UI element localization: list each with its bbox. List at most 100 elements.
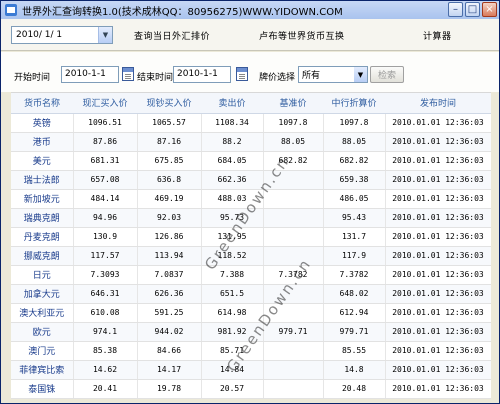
toolbar: 2010/ 1/ 1 ▼ 查询当日外汇排价 卢布等世界货币互换 计算器 (1, 19, 499, 51)
menu-currency-exchange[interactable]: 卢布等世界货币互换 (259, 29, 345, 42)
table-cell: 88.05 (263, 132, 324, 152)
menu-calculator[interactable]: 计算器 (423, 29, 452, 42)
maximize-icon[interactable]: □ (465, 2, 480, 17)
table-cell: 484.14 (73, 189, 138, 209)
end-time-input[interactable]: 2010-1-1 (173, 66, 231, 83)
table-row[interactable]: 美元 681.31 675.85 684.05 682.82 682.82 2010.01.… (11, 151, 491, 171)
table-cell: 瑞士法郎 (11, 170, 74, 190)
table-cell: 88.2 (201, 132, 264, 152)
table-cell: 澳大利亚元 (11, 303, 74, 323)
table-cell: 2010.01.01 12:36:03 (385, 189, 491, 209)
menu-daily-rates[interactable]: 查询当日外汇排价 (134, 29, 210, 42)
table-cell: 87.86 (73, 132, 138, 152)
table-row[interactable]: 新加坡元 484.14 469.19 488.03 486.05 2010.01.01 1… (11, 189, 491, 209)
table-row[interactable]: 澳门元 85.38 84.66 85.71 85.55 2010.01.01 12:36:… (11, 341, 491, 361)
table-cell: 488.03 (201, 189, 264, 209)
table-cell: 131.7 (323, 227, 386, 247)
table-row[interactable]: 英镑 1096.51 1065.57 1108.34 1097.8 1097.8 2010.… (11, 113, 491, 133)
table-row[interactable]: 瑞士法郎 657.08 636.8 662.36 659.38 2010.01.01 12… (11, 170, 491, 190)
table-cell: 944.02 (137, 322, 202, 342)
table-cell: 85.71 (201, 341, 264, 361)
table-cell: 7.388 (201, 265, 264, 285)
table-cell: 979.71 (323, 322, 386, 342)
table-row[interactable]: 新西兰元492.54 497.51 494.842010.01.01 12:36:0… (11, 398, 491, 399)
table-row[interactable]: 澳大利亚元 610.08 591.25 614.98 612.94 2010.01.01 … (11, 303, 491, 323)
table-cell: 84.66 (137, 341, 202, 361)
table-cell: 95.73 (201, 208, 264, 228)
date-picker[interactable]: 2010/ 1/ 1 ▼ (11, 26, 113, 44)
currency-select-label: 牌价选择 (259, 73, 296, 83)
start-time-input[interactable]: 2010-1-1 (61, 66, 119, 83)
table-row[interactable]: 加拿大元 646.31 626.36 651.5 648.02 2010.01.01 12… (11, 284, 491, 304)
column-header[interactable]: 发布时间 (385, 93, 491, 114)
table-cell: 1097.8 (323, 113, 386, 133)
table-cell: 88.05 (323, 132, 386, 152)
table-cell: 7.3782 (263, 265, 324, 285)
column-header[interactable]: 中行折算价 (323, 93, 385, 114)
title-bar[interactable]: 世界外汇查询转换1.0(技术成林QQ：80956275)WWW.YIDOWN.C… (1, 1, 499, 19)
table-row[interactable]: 瑞典克朗 94.96 92.03 95.73 95.43 2010.01.01 12:36… (11, 208, 491, 228)
table-cell: 87.16 (137, 132, 202, 152)
table-cell: 新西兰元 (11, 398, 74, 399)
table-cell: 95.43 (323, 208, 386, 228)
table-cell: 636.8 (137, 170, 202, 190)
table-cell (263, 227, 324, 247)
table-cell (263, 379, 324, 399)
table-cell: 651.5 (201, 284, 264, 304)
calendar-icon[interactable] (236, 67, 248, 81)
table-cell: 2010.01.01 12:36:03 (385, 170, 491, 190)
table-cell: 659.38 (323, 170, 386, 190)
table-cell: 2010.01.01 12:36:03 (385, 246, 491, 266)
table-cell: 648.02 (323, 284, 386, 304)
column-header[interactable]: 现钞买入价 (137, 93, 201, 114)
currency-select[interactable]: 所有 ▼ (298, 66, 368, 83)
table-cell: 2010.01.01 12:36:03 (385, 151, 491, 171)
table-cell: 131.95 (201, 227, 264, 247)
filter-bar: 开始时间 2010-1-1 结束时间 2010-1-1 牌价选择 所有 ▼ 检索 (1, 52, 499, 92)
table-cell (263, 189, 324, 209)
table-row[interactable]: 菲律宾比索 14.62 14.17 14.84 14.8 2010.01.01 12:36… (11, 360, 491, 380)
table-cell: 2010.01.01 12:36:03 (385, 398, 491, 399)
table-row[interactable]: 港币 87.86 87.16 88.2 88.05 88.05 2010.01.01 12:… (11, 132, 491, 152)
table-cell: 7.0837 (137, 265, 202, 285)
table-cell: 2010.01.01 12:36:03 (385, 360, 491, 380)
table-cell: 974.1 (73, 322, 138, 342)
table-row[interactable]: 泰国铢 20.41 19.78 20.57 20.48 2010.01.01 12:36:… (11, 379, 491, 399)
close-icon[interactable]: × (482, 2, 497, 17)
table-row[interactable]: 挪威克朗 117.57 113.94 118.52 117.9 2010.01.01 12… (11, 246, 491, 266)
table-cell: 2010.01.01 12:36:03 (385, 303, 491, 323)
table-cell: 682.82 (323, 151, 386, 171)
date-picker-value: 2010/ 1/ 1 (16, 30, 63, 40)
table-cell: 菲律宾比索 (11, 360, 74, 380)
column-header[interactable]: 现汇买入价 (73, 93, 137, 114)
table-cell: 486.05 (323, 189, 386, 209)
column-header[interactable]: 卖出价 (201, 93, 263, 114)
table-cell: 646.31 (73, 284, 138, 304)
table-cell: 7.3093 (73, 265, 138, 285)
table-cell: 美元 (11, 151, 74, 171)
table-cell: 新加坡元 (11, 189, 74, 209)
app-window: 世界外汇查询转换1.0(技术成林QQ：80956275)WWW.YIDOWN.C… (0, 0, 500, 404)
column-header[interactable]: 货币名称 (11, 93, 73, 114)
minimize-icon[interactable]: – (448, 2, 463, 17)
table-row[interactable]: 丹麦克朗 130.9 126.86 131.95 131.7 2010.01.01 12:… (11, 227, 491, 247)
table-cell: 2010.01.01 12:36:03 (385, 227, 491, 247)
table-cell: 492.54 (73, 398, 138, 399)
table-cell: 20.41 (73, 379, 138, 399)
search-button[interactable]: 检索 (370, 66, 404, 83)
calendar-icon[interactable] (122, 67, 134, 81)
table-cell: 126.86 (137, 227, 202, 247)
table-cell: 94.96 (73, 208, 138, 228)
table-cell: 瑞典克朗 (11, 208, 74, 228)
table-cell: 2010.01.01 12:36:03 (385, 265, 491, 285)
rates-table[interactable]: 货币名称 现汇买入价 现钞买入价 卖出价 基准价 中行折算价 发布时间 英镑 10… (11, 92, 491, 399)
table-cell: 泰国铢 (11, 379, 74, 399)
table-cell: 130.9 (73, 227, 138, 247)
table-cell: 加拿大元 (11, 284, 74, 304)
column-header[interactable]: 基准价 (263, 93, 323, 114)
table-row[interactable]: 欧元 974.1 944.02 981.92 979.71 979.71 2010.01.0… (11, 322, 491, 342)
table-row[interactable]: 日元 7.3093 7.0837 7.388 7.3782 7.3782 2010.01.0… (11, 265, 491, 285)
table-cell: 2010.01.01 12:36:03 (385, 322, 491, 342)
chevron-down-icon[interactable]: ▼ (98, 27, 112, 43)
chevron-down-icon[interactable]: ▼ (354, 67, 367, 82)
